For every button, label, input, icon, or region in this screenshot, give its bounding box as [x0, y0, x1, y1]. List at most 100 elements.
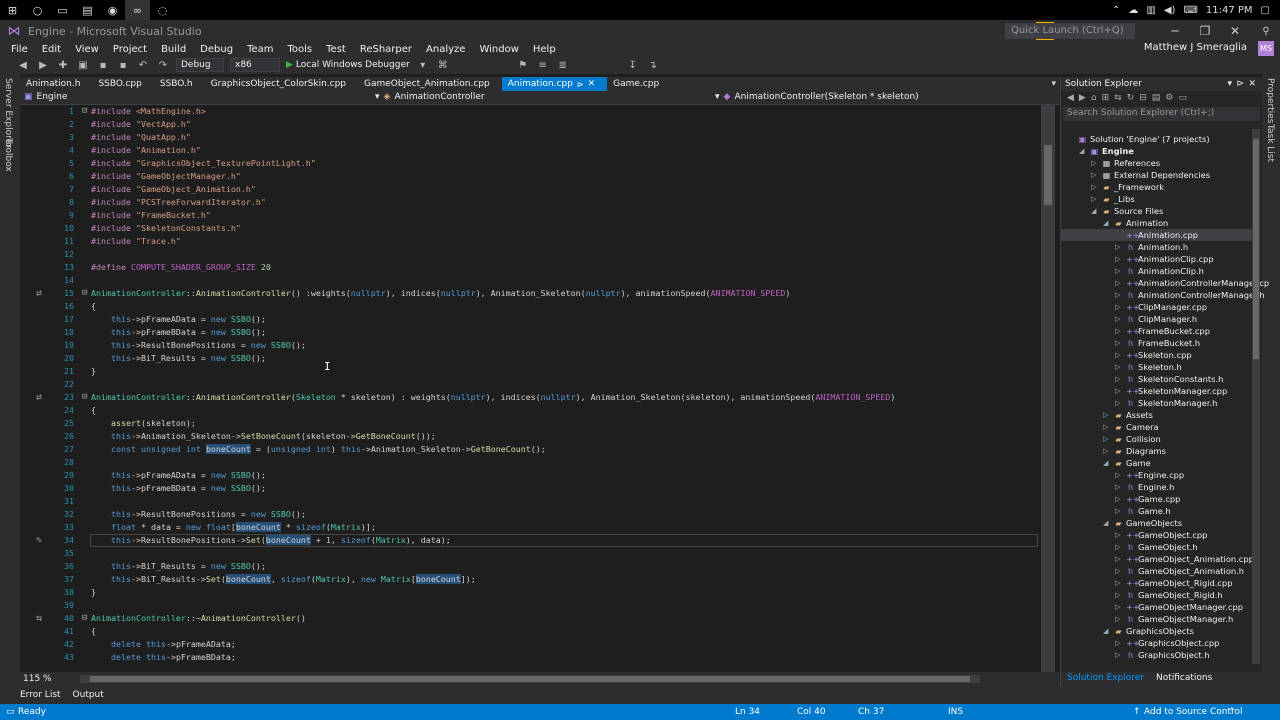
expand-arrow-icon[interactable]: ▷	[1115, 555, 1123, 563]
expand-arrow-icon[interactable]: ▷	[1115, 615, 1123, 623]
tree-item[interactable]: ▷ h Engine.h	[1115, 481, 1174, 493]
menu-view[interactable]: View	[68, 44, 106, 55]
code-line[interactable]: 1 ⊟ #include <MathEngine.h>	[20, 105, 1047, 118]
doc-tab[interactable]: Game.cpp	[607, 77, 671, 91]
cloud-icon[interactable]: ☁	[1128, 5, 1138, 16]
menu-resharper[interactable]: ReSharper	[353, 44, 419, 55]
tab-solution-explorer[interactable]: Solution Explorer	[1061, 672, 1150, 686]
code-line[interactable]: ✎ 34 this->ResultBonePositions->Set(boneC…	[20, 534, 1047, 547]
expand-arrow-icon[interactable]: ▷	[1115, 567, 1123, 575]
fold-toggle-icon[interactable]: ⊟	[82, 391, 87, 404]
sync-icon[interactable]: ⇆	[1114, 93, 1122, 103]
expand-arrow-icon[interactable]: ▷	[1103, 447, 1111, 455]
expand-arrow-icon[interactable]: ▷	[1115, 351, 1123, 359]
menu-help[interactable]: Help	[526, 44, 563, 55]
code-line[interactable]: 28	[20, 456, 1047, 469]
tree-item[interactable]: ▷ ▰ Camera	[1103, 421, 1159, 433]
tree-item[interactable]: ▷ ++ GameObject.cpp	[1115, 529, 1207, 541]
volume-icon[interactable]: ◀)	[1164, 5, 1176, 16]
tree-item[interactable]: ▷ h Game.h	[1115, 505, 1171, 517]
search-icon[interactable]: ⚲	[1254, 20, 1278, 42]
pin-icon[interactable]: ⊳	[1236, 79, 1244, 89]
code-line[interactable]: 6 #include "GameObjectManager.h"	[20, 170, 1047, 183]
expand-arrow-icon[interactable]: ▷	[1115, 495, 1123, 503]
expand-arrow-icon[interactable]: ▷	[1115, 375, 1123, 383]
tree-item[interactable]: ◢ ▰ GraphicsObjects	[1103, 625, 1194, 637]
expand-arrow-icon[interactable]: ▷	[1115, 363, 1123, 371]
menu-debug[interactable]: Debug	[193, 44, 240, 55]
code-line[interactable]: 18 this->pFrameBData = new SSBO();	[20, 326, 1047, 339]
expand-arrow-icon[interactable]: ▷	[1115, 255, 1123, 263]
tree-item[interactable]: ▷ h ClipManager.h	[1115, 313, 1197, 325]
tree-item[interactable]: ▷ h SkeletonConstants.h	[1115, 373, 1223, 385]
zoom-level[interactable]: 115 %	[23, 674, 52, 684]
tree-item[interactable]: ▷ h GameObjectManager.h	[1115, 613, 1233, 625]
code-line[interactable]: 8 #include "PCSTreeForwardIterator.h"	[20, 196, 1047, 209]
properties-tab[interactable]: Properties	[1265, 78, 1275, 123]
tree-item[interactable]: ▷ ▰ Assets	[1103, 409, 1153, 421]
close-tab-icon[interactable]: ✕	[588, 79, 596, 89]
expand-arrow-icon[interactable]: ◢	[1103, 519, 1111, 527]
code-line[interactable]: 42 delete this->pFrameAData;	[20, 638, 1047, 651]
code-line[interactable]: 7 #include "GameObject_Animation.h"	[20, 183, 1047, 196]
scroll-thumb[interactable]	[90, 676, 970, 682]
dropdown-chevron-icon[interactable]: ▾	[1227, 79, 1232, 89]
tree-item[interactable]: ▷ ++ Engine.cpp	[1115, 469, 1184, 481]
expand-arrow-icon[interactable]: ▷	[1091, 195, 1099, 203]
code-line[interactable]: 38}	[20, 586, 1047, 599]
expand-arrow-icon[interactable]: ▷	[1115, 471, 1123, 479]
tree-item[interactable]: ▷ ++ Game.cpp	[1115, 493, 1180, 505]
expand-arrow-icon[interactable]: ▷	[1091, 171, 1099, 179]
pin-icon[interactable]: ⊳	[577, 80, 584, 89]
step-over-icon[interactable]: ↴	[646, 58, 660, 72]
menu-window[interactable]: Window	[472, 44, 525, 55]
expand-arrow-icon[interactable]: ▷	[1115, 483, 1123, 491]
collapse-all-icon[interactable]: ⊟	[1139, 93, 1147, 103]
comment-icon[interactable]: ≡	[536, 58, 550, 72]
notifications-icon[interactable]: ▢	[1261, 5, 1270, 16]
member-dropdown[interactable]: ▾ ◆ AnimationController(Skeleton * skele…	[715, 92, 919, 102]
tree-item[interactable]: ▷ h FrameBucket.h	[1115, 337, 1200, 349]
menu-team[interactable]: Team	[240, 44, 280, 55]
tab-notifications[interactable]: Notifications	[1150, 672, 1218, 686]
code-line[interactable]: 12	[20, 248, 1047, 261]
attach-icon[interactable]: ⌘	[436, 58, 450, 72]
code-line[interactable]: 5 #include "GraphicsObject_TexturePointLi…	[20, 157, 1047, 170]
tree-item[interactable]: ▷ h AnimationClip.h	[1115, 265, 1204, 277]
code-line[interactable]: ⇄ 23 ⊟ AnimationController::AnimationContro…	[20, 391, 1047, 404]
code-line[interactable]: 37 this->BiT_Results->Set(boneCount, siz…	[20, 573, 1047, 586]
tree-item[interactable]: ▷ h GameObject.h	[1115, 541, 1198, 553]
fold-toggle-icon[interactable]: ⊟	[82, 105, 87, 118]
undo-icon[interactable]: ↶	[136, 58, 150, 72]
user-name[interactable]: Matthew J Smeraglia	[1144, 42, 1247, 53]
expand-arrow-icon[interactable]: ▷	[1115, 639, 1123, 647]
open-file-icon[interactable]: ▣	[76, 58, 90, 72]
chevron-up-icon[interactable]: ⌃	[1112, 5, 1120, 16]
quick-launch-input[interactable]: Quick Launch (Ctrl+Q)	[1005, 23, 1135, 39]
tree-item[interactable]: ▷ h AnimationControllerManager.h	[1115, 289, 1265, 301]
config-select[interactable]: Debug	[176, 58, 224, 72]
menu-test[interactable]: Test	[319, 44, 353, 55]
bookmark-icon[interactable]: ⚑	[516, 58, 530, 72]
expand-arrow-icon[interactable]: ▷	[1115, 339, 1123, 347]
code-line[interactable]: ⇆ 40 ⊟ AnimationController::~AnimationContr…	[20, 612, 1047, 625]
expand-arrow-icon[interactable]: ◢	[1091, 207, 1099, 215]
expand-arrow-icon[interactable]: ▷	[1115, 543, 1123, 551]
tree-item[interactable]: ◢ ▰ Game	[1103, 457, 1151, 469]
tree-item[interactable]: ▷ ++ Skeleton.cpp	[1115, 349, 1192, 361]
scope-dropdown[interactable]: ▾ ◈ AnimationController	[375, 92, 485, 102]
forward-icon[interactable]: ▶	[36, 58, 50, 72]
tree-item[interactable]: ▷ ++ AnimationControllerManager.cp	[1115, 277, 1269, 289]
chrome-icon[interactable]: ◉	[100, 0, 125, 20]
explorer-icon[interactable]: ▤	[75, 0, 100, 20]
doc-tab[interactable]: SSBO.h	[154, 77, 205, 91]
code-line[interactable]: 20 this->BiT_Results = new SSBO();	[20, 352, 1047, 365]
code-line[interactable]: ⇄ 15 ⊟ AnimationController::AnimationContro…	[20, 287, 1047, 300]
restore-button[interactable]: ❐	[1190, 20, 1220, 42]
show-all-icon[interactable]: ▤	[1152, 93, 1161, 103]
task-view-icon[interactable]: ▭	[50, 0, 75, 20]
code-line[interactable]: 39	[20, 599, 1047, 612]
refresh-icon[interactable]: ↻	[1127, 93, 1135, 103]
tree-item[interactable]: ▷ ++ GameObject_Rigid.cpp	[1115, 577, 1233, 589]
tree-item[interactable]: ▷ h GameObject_Animation.h	[1115, 565, 1244, 577]
